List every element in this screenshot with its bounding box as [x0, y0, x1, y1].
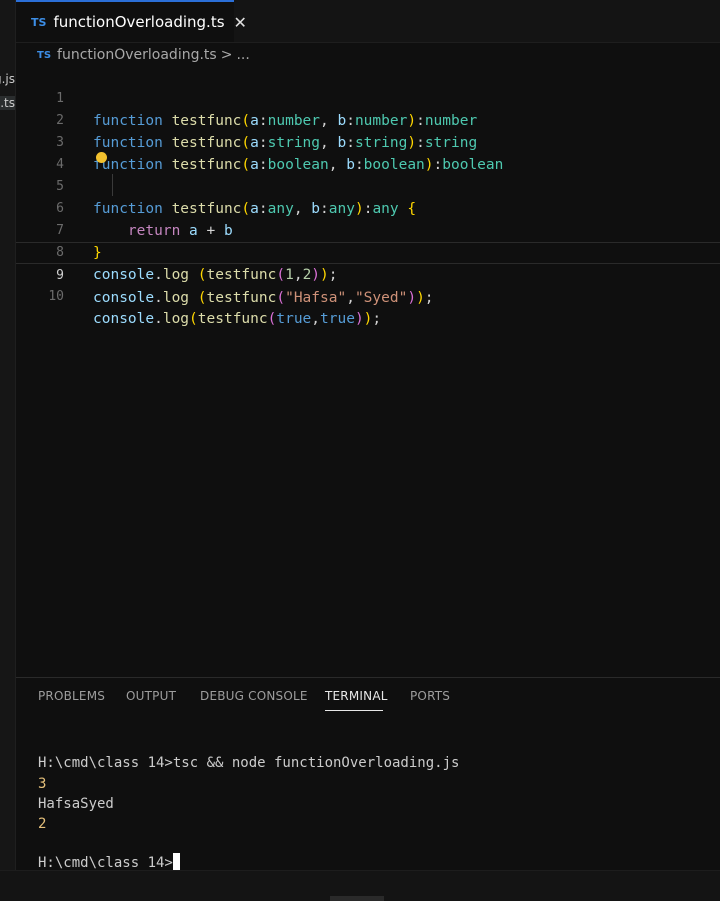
code-line: 8 console.log (testfunc(1,2)); [16, 220, 720, 283]
line-number: 10 [48, 289, 64, 304]
sidebar-item-ts-file[interactable]: functionOverloading.ts [0, 96, 15, 110]
terminal-output-line: 2 [38, 816, 47, 832]
code-text: console.log (testfunc("Hafsa","Syed")); [93, 290, 434, 306]
code-line: 2 function testfunc(a:string, b:string):… [16, 88, 720, 151]
code-line: 4 [16, 132, 720, 172]
tab-problems[interactable]: PROBLEMS [38, 689, 105, 703]
tab-ports[interactable]: PORTS [410, 689, 450, 703]
code-editor[interactable]: 1 function testfunc(a:number, b:number):… [16, 66, 720, 676]
breadcrumb-more[interactable]: ... [236, 47, 249, 63]
code-line: 7 } [16, 198, 720, 261]
breadcrumb: TS functionOverloading.ts > ... [37, 45, 250, 65]
bottom-panel: PROBLEMS OUTPUT DEBUG CONSOLE TERMINAL P… [16, 677, 720, 871]
tab-output[interactable]: OUTPUT [126, 689, 176, 703]
lightbulb-icon[interactable] [96, 152, 107, 163]
tab-title: functionOverloading.ts [53, 13, 225, 31]
status-indicator [330, 896, 384, 901]
chevron-right-icon: > [220, 47, 233, 63]
tab-function-overloading[interactable]: TS functionOverloading.ts ✕ [16, 0, 247, 42]
terminal-command-line: H:\cmd\class 14>tsc && node functionOver… [38, 755, 460, 771]
code-line: 10 console.log(testfunc(true,true)); [16, 264, 720, 327]
explorer-sidebar: functionOverloading.js functionOverloadi… [0, 0, 16, 901]
status-bar [0, 870, 720, 901]
terminal-output-line: 3 [38, 776, 47, 792]
terminal-cursor [172, 853, 180, 870]
code-line: 6 return a + b [16, 176, 720, 239]
close-icon[interactable]: ✕ [234, 13, 247, 32]
breadcrumb-file[interactable]: functionOverloading.ts [57, 47, 217, 63]
code-line-current: 9 console.log (testfunc("Hafsa","Syed"))… [16, 242, 720, 306]
code-line: 1 function testfunc(a:number, b:number):… [16, 66, 720, 129]
code-line: 5 function testfunc(a:any, b:any):any { [16, 154, 720, 217]
code-text: console.log(testfunc(true,true)); [93, 311, 382, 327]
typescript-file-icon: TS [31, 15, 47, 29]
code-line: 3 function testfunc(a:boolean, b:boolean… [16, 110, 720, 173]
tab-terminal[interactable]: TERMINAL [325, 689, 388, 703]
editor-tab-bar: TS functionOverloading.ts ✕ [16, 0, 720, 43]
indent-guide [112, 174, 113, 196]
sidebar-item-js-file[interactable]: functionOverloading.js [0, 72, 15, 86]
panel-tabs: PROBLEMS OUTPUT DEBUG CONSOLE TERMINAL P… [16, 678, 720, 714]
tab-debug-console[interactable]: DEBUG CONSOLE [200, 689, 308, 703]
active-tab-indicator [325, 710, 383, 711]
typescript-file-icon: TS [37, 49, 52, 61]
terminal-output-line: HafsaSyed [38, 796, 114, 812]
